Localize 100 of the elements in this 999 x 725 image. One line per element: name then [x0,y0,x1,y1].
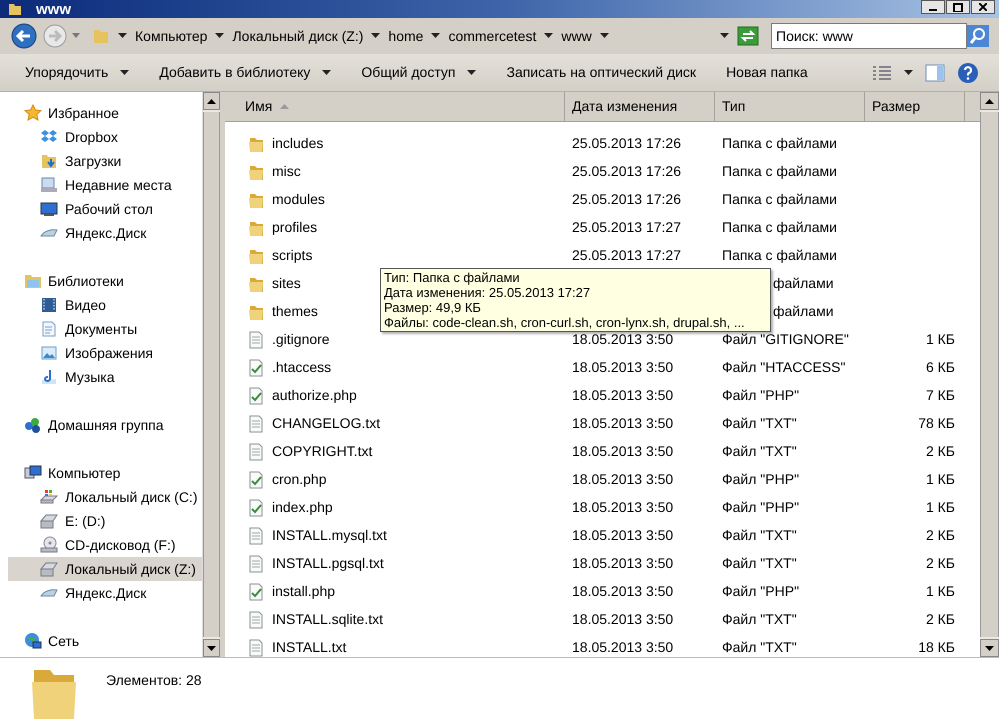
toolbar-button[interactable]: Общий доступ [346,58,492,88]
type-cell: Папка с файлами [722,163,837,180]
refresh-icon[interactable] [737,26,759,46]
navigation-item[interactable]: Яндекс.Диск [8,581,202,605]
navigation-item[interactable]: Компьютер [8,461,202,485]
breadcrumb[interactable]: www [561,26,592,46]
size-cell-text: 1 КБ [926,498,955,518]
caret-icon [322,70,332,76]
sort-arrow-icon [280,104,290,109]
column-header[interactable]: Тип [715,92,865,121]
file-name[interactable]: INSTALL.sqlite.txt [272,609,384,630]
toolbar-button[interactable]: Новая папка [711,58,823,88]
navigation-item[interactable]: Избранное [8,101,202,125]
navigation-item[interactable]: CD-дисковод (F:) [8,533,202,557]
dropdown-arrow-icon[interactable] [215,33,224,39]
cd-drive-icon [40,536,58,554]
document-icon [40,320,58,338]
close-icon[interactable] [979,3,987,11]
dropdown-arrow-icon[interactable] [431,33,440,39]
file-name[interactable]: INSTALL.mysql.txt [272,525,387,546]
file-name[interactable]: modules [272,189,325,210]
file-name[interactable]: misc [272,161,301,182]
column-header[interactable]: Дата изменения [565,92,715,121]
scroll-down-icon[interactable] [985,646,994,650]
toolbar-button[interactable]: Добавить в библиотеку [144,58,346,88]
dropdown-arrow-icon[interactable] [371,33,380,39]
file-name[interactable]: .htaccess [272,357,332,378]
navigation-item[interactable]: Библиотеки [8,269,202,293]
minimize-button[interactable] [921,0,945,14]
file-name[interactable]: index.php [272,497,333,518]
search-icon[interactable] [967,25,989,47]
scrollbar[interactable] [980,92,999,657]
file-name[interactable]: profiles [272,217,318,238]
preview-pane-icon[interactable] [925,64,945,82]
file-name[interactable]: INSTALL.txt [272,637,346,657]
column-header[interactable]: Размер [865,92,965,121]
scroll-down-icon[interactable] [207,646,216,650]
size-cell-text: 78 КБ [918,414,955,434]
maximize-button[interactable] [946,0,970,14]
file-name[interactable]: sites [272,273,301,294]
download-folder-icon [40,152,58,170]
file-name[interactable]: .gitignore [272,329,330,350]
navigation-item[interactable]: Недавние места [8,173,202,197]
size-cell-text: 2 КБ [926,526,955,546]
scrollbar[interactable] [202,92,220,657]
type-cell: Файл "PHP" [722,471,800,488]
script-file-icon [247,470,265,489]
dropdown-arrow-icon[interactable] [904,70,913,76]
dropdown-arrow-icon[interactable] [600,33,609,39]
navigation-item[interactable]: Видео [8,293,202,317]
toolbar-button[interactable]: Упорядочить [10,58,144,88]
file-name[interactable]: install.php [272,581,336,602]
script-file-icon [247,582,265,601]
file-name[interactable]: COPYRIGHT.txt [272,441,372,462]
dropdown-arrow-icon[interactable] [118,33,127,39]
file-name[interactable]: CHANGELOG.txt [272,413,380,434]
navigation-item[interactable]: Локальный диск (Z:) [8,557,202,581]
help-icon[interactable] [957,62,979,84]
view-list-icon[interactable] [872,64,892,80]
date-cell: 18.05.2013 3:50 [572,415,674,432]
navigation-item[interactable]: Загрузки [8,149,202,173]
file-name[interactable]: scripts [272,245,312,266]
date-cell: 25.05.2013 17:26 [572,191,681,208]
file-name[interactable]: INSTALL.pgsql.txt [272,553,384,574]
file-name[interactable]: includes [272,133,324,154]
date-cell: 18.05.2013 3:50 [572,583,674,600]
drive-icon [40,488,58,506]
back-button[interactable] [10,22,38,50]
drive-icon [40,512,58,530]
caret-icon [120,70,130,76]
file-name[interactable]: authorize.php [272,385,357,406]
navigation-item[interactable]: Рабочий стол [8,197,202,221]
navigation-item[interactable]: Яндекс.Диск [8,221,202,245]
breadcrumb[interactable]: Компьютер [135,26,208,46]
breadcrumb[interactable]: home [388,26,424,46]
navigation-item[interactable]: Сеть [8,629,202,653]
dropdown-arrow-icon[interactable] [720,33,729,39]
column-header[interactable]: Имя [225,92,565,121]
navigation-item[interactable]: Dropbox [8,125,202,149]
search-field[interactable]: Поиск: www [771,23,967,49]
navigation-item[interactable]: E: (D:) [8,509,202,533]
toolbar-button[interactable]: Записать на оптический диск [491,58,712,88]
breadcrumb[interactable]: commercetest [448,26,536,46]
scroll-up-icon[interactable] [207,98,216,104]
navigation-item[interactable]: Музыка [8,365,202,389]
date-cell: 25.05.2013 17:27 [572,219,681,236]
breadcrumb[interactable]: Локальный диск (Z:) [232,26,364,46]
scroll-up-icon[interactable] [985,98,994,104]
document-icon [247,610,265,629]
navigation-item[interactable]: Домашняя группа [8,413,202,437]
navigation-item[interactable]: Изображения [8,341,202,365]
script-file-icon [247,386,265,405]
size-cell-text: 1 КБ [926,330,955,350]
close-button[interactable] [971,0,995,14]
dropdown-arrow-icon[interactable] [544,33,554,39]
file-name[interactable]: themes [272,301,318,322]
file-name[interactable]: cron.php [272,469,326,490]
navigation-item[interactable]: Документы [8,317,202,341]
document-icon [247,330,265,349]
navigation-item[interactable]: Локальный диск (C:) [8,485,202,509]
